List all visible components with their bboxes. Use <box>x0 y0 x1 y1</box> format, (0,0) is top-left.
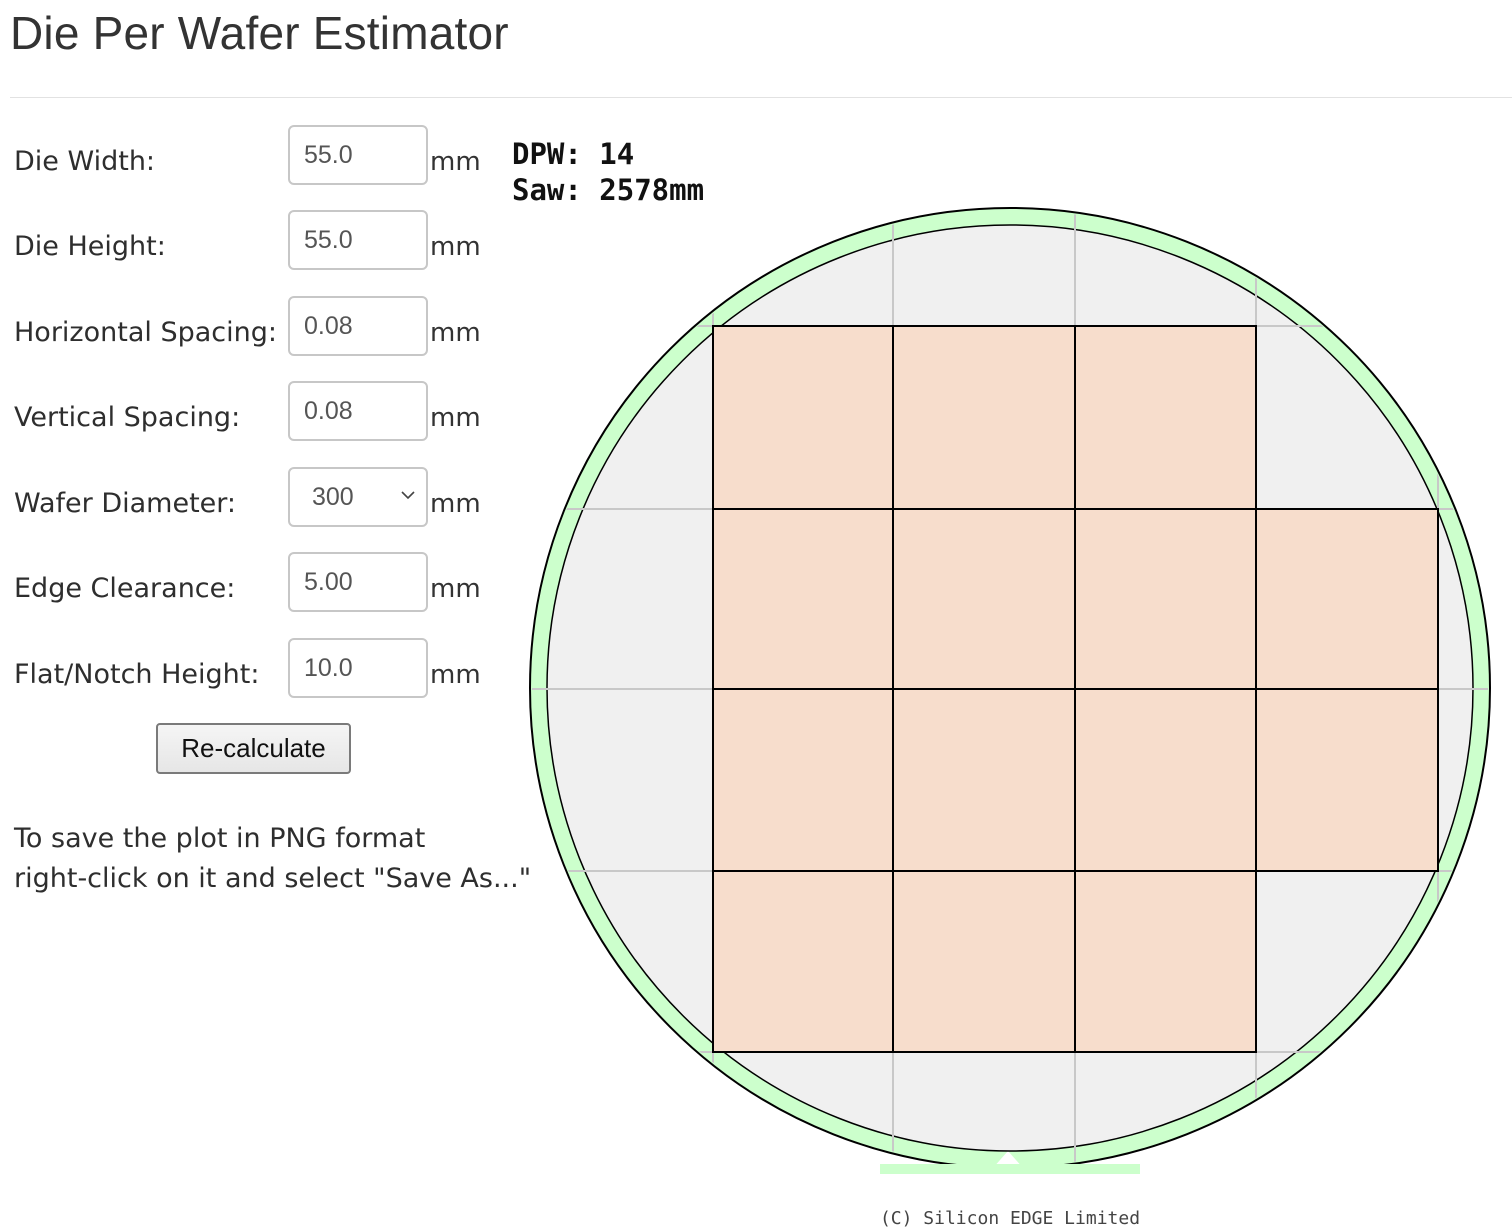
wafer-map[interactable]: DPW: 14 Saw: 2578mm (C) Silicon EDGE Lim… <box>500 126 1512 1232</box>
die <box>1255 688 1439 872</box>
edge-clearance-input[interactable]: 5.00 <box>288 552 428 612</box>
horizontal-spacing-unit: mm <box>430 318 481 348</box>
wafer-diameter-value: 300 <box>312 483 354 511</box>
save-hint-line: To save the plot in PNG format <box>14 823 426 854</box>
save-hint: To save the plot in PNG format right-cli… <box>14 819 532 899</box>
vertical-spacing-unit: mm <box>430 403 481 433</box>
horizontal-spacing-row: Horizontal Spacing: 0.08 mm <box>0 296 500 358</box>
wafer-diameter-unit: mm <box>430 489 481 519</box>
die <box>1074 870 1257 1053</box>
die <box>1255 508 1439 690</box>
die-width-unit: mm <box>430 147 481 177</box>
edge-clearance-label: Edge Clearance: <box>14 573 236 604</box>
save-hint-line: right-click on it and select "Save As...… <box>14 863 532 894</box>
die-width-input[interactable]: 55.0 <box>288 125 428 185</box>
die <box>892 870 1076 1053</box>
flat-notch-height-unit: mm <box>430 660 481 690</box>
die <box>712 688 894 872</box>
die <box>1074 508 1257 690</box>
die-height-unit: mm <box>430 232 481 262</box>
vertical-spacing-label: Vertical Spacing: <box>14 402 241 433</box>
horizontal-spacing-input[interactable]: 0.08 <box>288 296 428 356</box>
die-width-row: Die Width: 55.0 mm <box>0 125 500 187</box>
horizontal-spacing-label: Horizontal Spacing: <box>14 317 277 348</box>
die <box>892 508 1076 690</box>
die <box>1074 688 1257 872</box>
die-height-row: Die Height: 55.0 mm <box>0 210 500 272</box>
title-divider <box>10 97 1512 98</box>
vertical-spacing-input[interactable]: 0.08 <box>288 381 428 441</box>
wafer-diameter-row: Wafer Diameter: 300 mm <box>0 467 500 529</box>
edge-clearance-unit: mm <box>430 574 481 604</box>
die-height-label: Die Height: <box>14 231 166 262</box>
copyright-label: (C) Silicon EDGE Limited <box>880 1208 1140 1229</box>
flat-zone <box>880 1164 1140 1174</box>
die <box>892 688 1076 872</box>
wafer-plot[interactable]: DPW: 14 Saw: 2578mm (C) Silicon EDGE Lim… <box>500 126 1512 1232</box>
flat-notch-height-row: Flat/Notch Height: 10.0 mm <box>0 638 500 700</box>
edge-clearance-row: Edge Clearance: 5.00 mm <box>0 552 500 614</box>
die <box>712 870 894 1053</box>
die-width-label: Die Width: <box>14 146 156 177</box>
wafer-diameter-label: Wafer Diameter: <box>14 488 236 519</box>
die-height-input[interactable]: 55.0 <box>288 210 428 270</box>
recalculate-button[interactable]: Re-calculate <box>156 723 351 774</box>
vertical-spacing-row: Vertical Spacing: 0.08 mm <box>0 381 500 443</box>
wafer-diameter-select[interactable]: 300 <box>288 467 428 527</box>
flat-notch-height-input[interactable]: 10.0 <box>288 638 428 698</box>
die <box>1074 325 1257 510</box>
die <box>712 325 894 510</box>
chevron-down-icon <box>401 491 415 500</box>
flat-notch-height-label: Flat/Notch Height: <box>14 659 260 690</box>
page-title: Die Per Wafer Estimator <box>10 7 509 59</box>
die <box>892 325 1076 510</box>
saw-label: Saw: 2578mm <box>512 173 704 207</box>
die <box>712 508 894 690</box>
dpw-label: DPW: 14 <box>512 137 634 171</box>
